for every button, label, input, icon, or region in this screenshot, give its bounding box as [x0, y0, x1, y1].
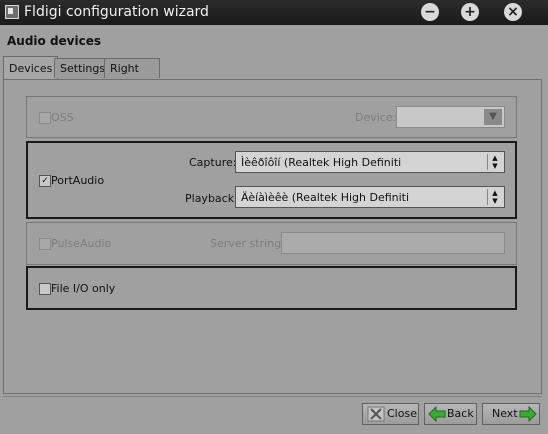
back-button-label: Back [447, 407, 474, 420]
playback-select[interactable]: Äèíàìèêè (Realtek High Definiti ▲ ▼ [235, 186, 505, 208]
tab-settings[interactable]: Settings [54, 58, 112, 78]
window-title: Fldigi configuration wizard [24, 4, 209, 20]
file-io-group: File I/O only [26, 266, 517, 310]
close-button[interactable]: Close [362, 403, 419, 425]
title-bar[interactable]: Fldigi configuration wizard − + × [0, 0, 548, 25]
green-left-arrow-icon [428, 406, 446, 422]
updown-spinner-icon: ▲ ▼ [487, 189, 502, 205]
wizard-window: Fldigi configuration wizard − + × Audio … [0, 0, 548, 434]
oss-group: OSS Device: ▼ [26, 96, 517, 138]
oss-device-label: Device: [355, 111, 397, 124]
next-button[interactable]: Next [482, 403, 540, 425]
maximize-icon: + [464, 4, 476, 20]
minimize-button[interactable]: − [421, 3, 439, 21]
x-icon [367, 406, 385, 422]
server-string-input[interactable] [281, 232, 505, 254]
minimize-icon: − [424, 4, 436, 20]
green-right-arrow-icon [519, 406, 537, 422]
playback-label: Playback: [185, 192, 238, 205]
capture-label: Capture: [189, 156, 237, 169]
portaudio-group: ✓ PortAudio Capture: Ìèêðîôîí (Realtek H… [26, 141, 517, 219]
checkmark-icon: ✓ [41, 176, 49, 186]
close-button-label: Close [387, 407, 417, 420]
capture-value: Ìèêðîôîí (Realtek High Definiti [241, 156, 402, 169]
maximize-button[interactable]: + [461, 3, 479, 21]
pulseaudio-checkbox[interactable] [39, 238, 51, 250]
tab-right-channel[interactable]: Right channel [104, 58, 160, 95]
app-icon [5, 5, 19, 19]
server-string-label: Server string: [210, 237, 285, 250]
page-title: Audio devices [7, 34, 102, 48]
portaudio-label: PortAudio [51, 174, 105, 187]
oss-device-select[interactable]: ▼ [396, 106, 505, 128]
next-button-label: Next [492, 407, 518, 420]
portaudio-checkbox[interactable]: ✓ [39, 175, 51, 187]
chevron-down-icon: ▼ [484, 109, 502, 125]
pulseaudio-label: PulseAudio [51, 237, 112, 250]
oss-label: OSS [51, 111, 74, 124]
close-icon: × [507, 4, 519, 20]
devices-panel: OSS Device: ▼ ✓ PortAudio Capture: Ìèêðî… [3, 79, 542, 394]
updown-spinner-icon: ▲ ▼ [487, 154, 502, 170]
playback-value: Äèíàìèêè (Realtek High Definiti [241, 191, 410, 204]
close-window-button[interactable]: × [504, 3, 522, 21]
back-button[interactable]: Back [424, 403, 477, 425]
divider [3, 396, 542, 397]
file-io-checkbox[interactable] [39, 283, 51, 295]
file-io-label: File I/O only [51, 282, 116, 295]
capture-select[interactable]: Ìèêðîôîí (Realtek High Definiti ▲ ▼ [235, 151, 505, 173]
oss-checkbox[interactable] [39, 112, 51, 124]
pulseaudio-group: PulseAudio Server string: [26, 222, 517, 265]
tab-devices[interactable]: Devices [3, 56, 59, 80]
